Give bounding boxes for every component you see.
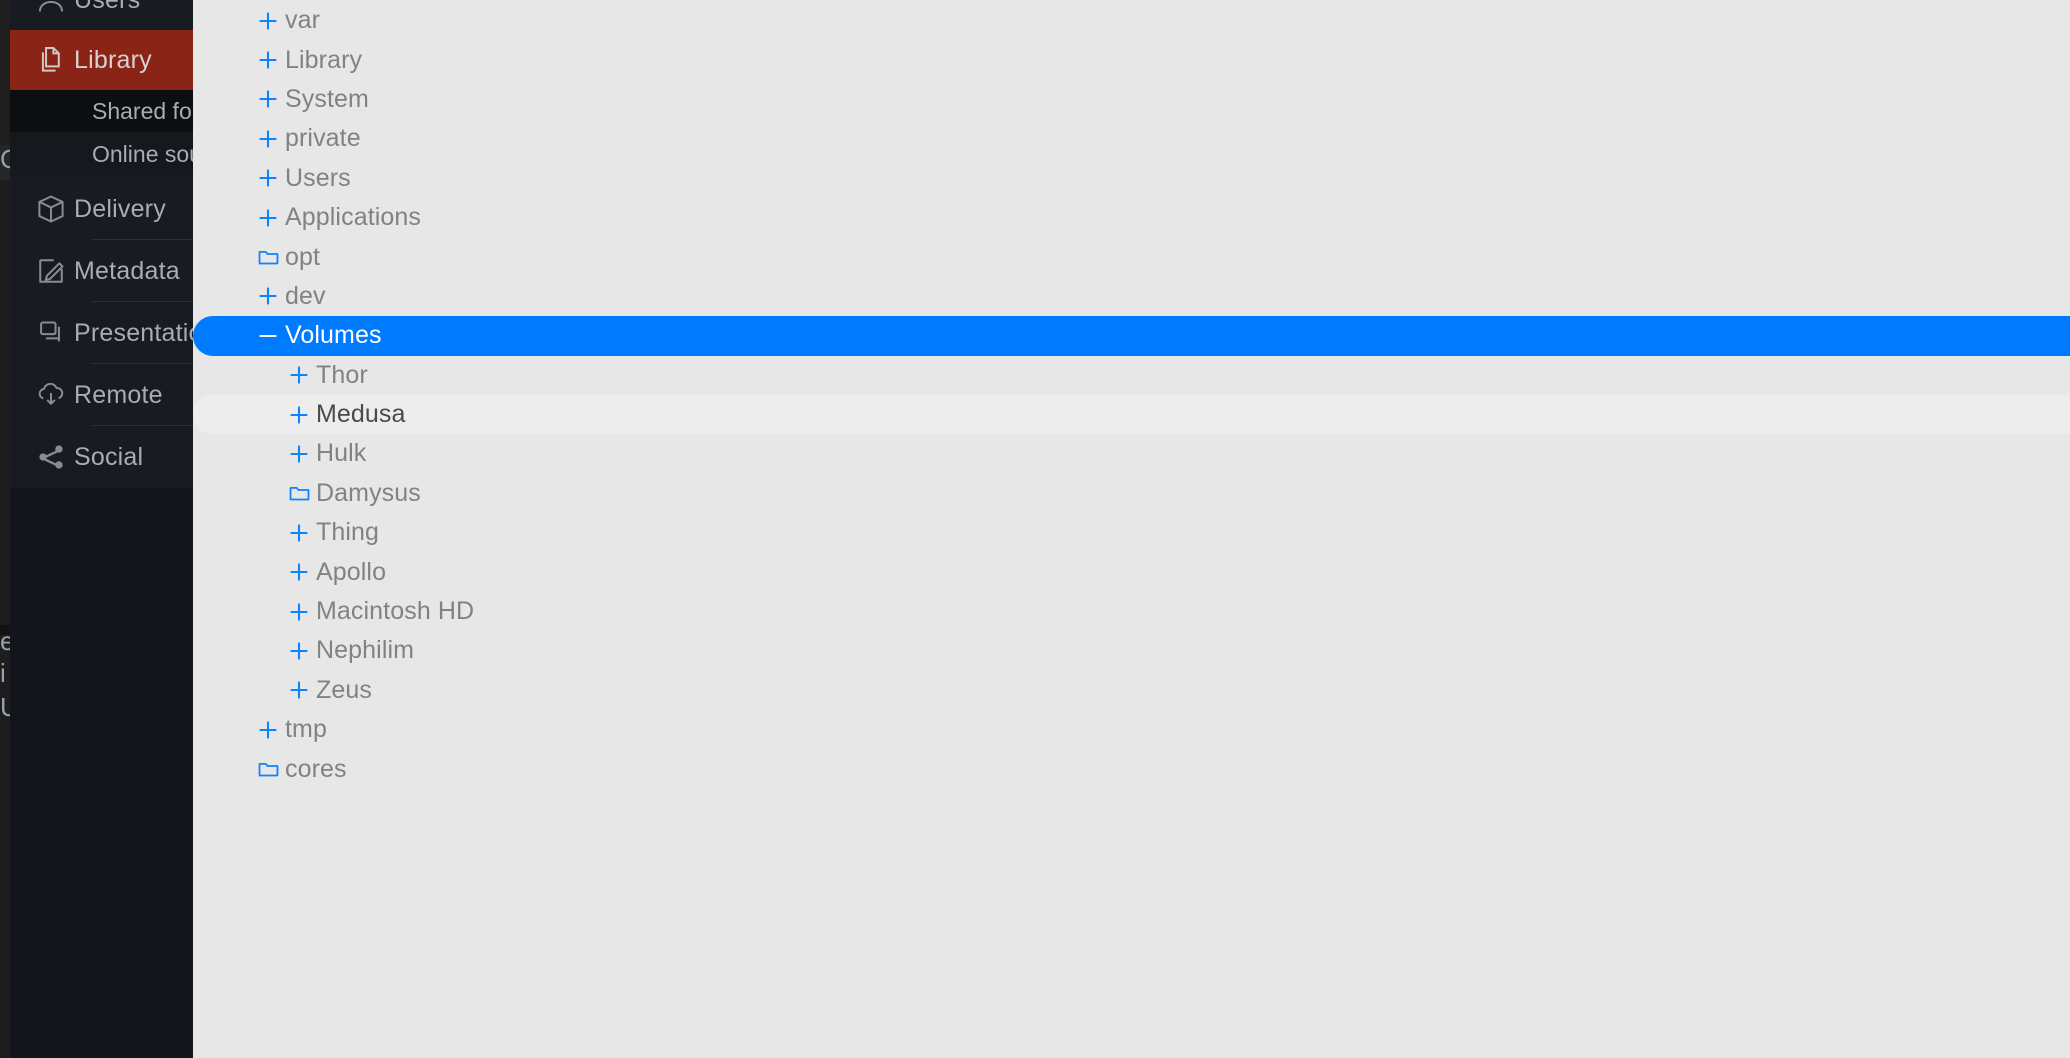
tree-row-label: Hulk — [316, 439, 367, 468]
tree-row[interactable]: Users — [193, 159, 2070, 198]
sidebar-item-presentation[interactable]: Presentation — [10, 302, 193, 364]
tree-row[interactable]: Hulk — [193, 434, 2070, 473]
expand-plus-icon[interactable] — [282, 441, 316, 467]
expand-plus-icon[interactable] — [282, 559, 316, 585]
tree-row[interactable]: var — [193, 1, 2070, 40]
tree-row-label: System — [285, 84, 369, 113]
documents-icon — [28, 43, 74, 77]
tree-row[interactable]: Volumes — [193, 316, 2070, 356]
tree-row[interactable]: Medusa — [193, 394, 2070, 435]
expand-plus-icon[interactable] — [251, 86, 285, 112]
expand-plus-icon[interactable] — [282, 402, 316, 428]
sidebar-item-social[interactable]: Social — [10, 426, 193, 488]
expand-plus-icon[interactable] — [251, 8, 285, 34]
tree-row-label: Damysus — [316, 478, 421, 507]
tree-row-label: opt — [285, 242, 321, 271]
expand-plus-icon[interactable] — [282, 362, 316, 388]
tree-row[interactable]: Thor — [193, 356, 2070, 395]
tree-row-label: Thor — [316, 360, 368, 389]
sidebar-item-label: Library — [74, 45, 152, 74]
tree-row[interactable]: System — [193, 80, 2070, 119]
folder-icon[interactable] — [251, 245, 285, 270]
sidebar-item-metadata[interactable]: Metadata — [10, 240, 193, 302]
tree-row[interactable]: Zeus — [193, 671, 2070, 710]
sidebar-empty-area — [10, 488, 193, 1058]
folder-tree-panel[interactable]: var Library System private Users Applications… — [193, 0, 2070, 1058]
sidebar-subitem-shared-folders[interactable]: Shared folders — [10, 90, 193, 132]
tree-row-label: Macintosh HD — [316, 597, 475, 626]
collapse-minus-icon[interactable] — [251, 323, 285, 349]
tree-row-label: Users — [285, 163, 351, 192]
tree-row[interactable]: Apollo — [193, 552, 2070, 591]
tree-row-label: var — [285, 6, 321, 35]
expand-plus-icon[interactable] — [251, 283, 285, 309]
expand-plus-icon[interactable] — [251, 47, 285, 73]
box-icon — [28, 192, 74, 226]
tree-row[interactable]: Thing — [193, 513, 2070, 552]
folder-icon[interactable] — [251, 757, 285, 782]
tree-row-label: Library — [285, 45, 363, 74]
app-window: C e i U Users — [0, 0, 2070, 1058]
expand-plus-icon[interactable] — [282, 677, 316, 703]
sidebar-item-label: Users — [74, 0, 140, 15]
sidebar-item-label: Social — [74, 442, 144, 471]
tree-row[interactable]: opt — [193, 237, 2070, 276]
tree-row-label: dev — [285, 281, 326, 310]
tree-row[interactable]: Damysus — [193, 474, 2070, 513]
expand-plus-icon[interactable] — [282, 599, 316, 625]
tree-row-label: Nephilim — [316, 636, 415, 665]
expand-plus-icon[interactable] — [282, 520, 316, 546]
share-icon — [28, 440, 74, 474]
sidebar-item-library[interactable]: Library — [10, 30, 193, 90]
expand-plus-icon[interactable] — [282, 638, 316, 664]
expand-plus-icon[interactable] — [251, 126, 285, 152]
sidebar-item-label: Metadata — [74, 256, 180, 285]
pencil-edit-icon — [28, 254, 74, 288]
sidebar-item-delivery[interactable]: Delivery — [10, 178, 193, 240]
tree-row-label: tmp — [285, 715, 327, 744]
windows-icon — [28, 316, 74, 350]
sidebar-subitem-online-sources[interactable]: Online sources — [10, 132, 193, 176]
sidebar-item-label: Remote — [74, 380, 163, 409]
cloud-download-icon — [28, 378, 74, 412]
tree-row-label: Thing — [316, 518, 380, 547]
edge-text-fragment: U — [0, 694, 10, 720]
edge-segment — [0, 180, 10, 625]
user-icon — [28, 0, 74, 17]
tree-row-label: Medusa — [316, 400, 406, 429]
folder-tree-list: var Library System private Users Applications… — [193, 0, 2070, 789]
sidebar-item-remote[interactable]: Remote — [10, 364, 193, 426]
tree-row[interactable]: private — [193, 119, 2070, 158]
sidebar-subitem-label: Online sources — [92, 140, 193, 167]
edge-text-fragment: i — [0, 660, 6, 686]
tree-row[interactable]: tmp — [193, 710, 2070, 749]
sidebar-subitem-label: Shared folders — [92, 97, 193, 124]
expand-plus-icon[interactable] — [251, 205, 285, 231]
tree-row[interactable]: Library — [193, 40, 2070, 79]
tree-row-label: private — [285, 124, 361, 153]
tree-row-label: Apollo — [316, 557, 387, 586]
sidebar-item-label: Delivery — [74, 194, 166, 223]
tree-row-label: cores — [285, 754, 347, 783]
tree-row-label: Zeus — [316, 675, 372, 704]
sidebar-item-label: Presentation — [74, 318, 193, 347]
expand-plus-icon[interactable] — [251, 717, 285, 743]
edge-segment — [0, 0, 10, 145]
tree-row[interactable]: Applications — [193, 198, 2070, 237]
tree-row[interactable]: dev — [193, 277, 2070, 316]
tree-row[interactable]: Macintosh HD — [193, 592, 2070, 631]
edge-text-fragment: C — [0, 146, 10, 172]
left-edge-strip: C e i U — [0, 0, 10, 1058]
sidebar: Users Users — [10, 0, 193, 1058]
tree-row[interactable]: Nephilim — [193, 631, 2070, 670]
sidebar-item-users-visible[interactable]: Users — [10, 0, 193, 30]
expand-plus-icon[interactable] — [251, 165, 285, 191]
tree-row-label: Volumes — [285, 321, 382, 350]
tree-row[interactable]: cores — [193, 749, 2070, 788]
folder-icon[interactable] — [282, 481, 316, 506]
tree-row-label: Applications — [285, 203, 422, 232]
edge-text-fragment: e — [0, 628, 10, 654]
